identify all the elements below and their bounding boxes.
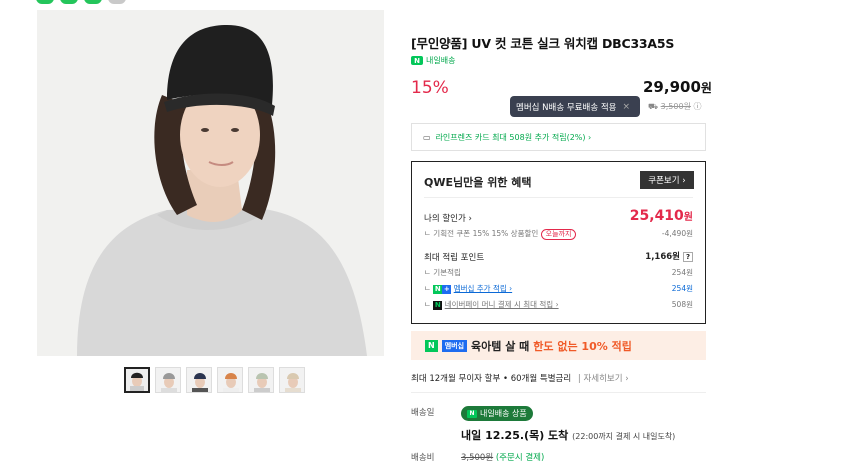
npay-points-value: 508원: [671, 300, 693, 309]
close-icon[interactable]: ×: [623, 102, 631, 112]
basic-points-label: 기본적립: [433, 268, 461, 277]
thumbnail-orange[interactable]: [217, 367, 243, 393]
truck-icon: ⛟: [648, 102, 659, 111]
points-label: 최대 적립 포인트: [424, 253, 485, 263]
membership-points-value: 254원: [671, 284, 693, 293]
npay-points: ㄴ N 네이버페이 머니 결제 시 최대 적립 ›: [424, 300, 559, 310]
my-price-label[interactable]: 나의 할인가 ›: [424, 212, 472, 224]
indicator: [108, 0, 126, 4]
thumbnail-navy[interactable]: [186, 367, 212, 393]
shipping-fee-note: (주문시 결제): [495, 453, 545, 463]
delivery-pill-label: 내일배송 상품: [480, 409, 527, 418]
basic-points: ㄴ 기본적립: [424, 268, 461, 277]
arrival-note: (22:00까지 결제 시 내일도착): [572, 432, 676, 441]
thumbnail-beige[interactable]: [279, 367, 305, 393]
installment-info: 최대 12개월 무이자 할부 • 60개월 특별금리 | 자세히보기 ›: [411, 374, 629, 384]
tooltip-text: 멤버십 N배송 무료배송 적용: [516, 102, 617, 113]
installment-detail-link[interactable]: 자세히보기 ›: [583, 374, 628, 384]
shipping-fee-small: ⛟ 3,500원 ⓘ: [648, 101, 701, 112]
coupon-amount: -4,490원: [661, 229, 693, 238]
thumbnail-black[interactable]: [124, 367, 150, 393]
price-value: 29,900: [643, 78, 701, 96]
membership-points-link[interactable]: 멤버십 추가 적립 ›: [454, 284, 512, 293]
shipping-fee-label: 배송비: [411, 453, 435, 463]
help-icon[interactable]: ?: [683, 252, 693, 262]
sale-price: 29,900원: [643, 78, 712, 96]
basic-points-value: 254원: [671, 268, 693, 277]
tomorrow-delivery-pill: N 내일배송 상품: [461, 406, 533, 421]
info-icon[interactable]: ⓘ: [693, 102, 701, 111]
thumbnail-stripe[interactable]: [248, 367, 274, 393]
indicator: [60, 0, 78, 4]
my-price-unit: 원: [683, 212, 693, 223]
thumbnail-gray[interactable]: [155, 367, 181, 393]
benefit-header: QWE님만을 위한 혜택: [424, 176, 532, 189]
product-main-image[interactable]: [37, 10, 384, 356]
banner-text: 육아템 살 때: [471, 339, 530, 353]
tomorrow-delivery-badge: N 내일배송: [411, 55, 455, 66]
arrival-date: 내일 12.25.(목) 도착: [461, 429, 569, 442]
indicator: [84, 0, 102, 4]
membership-shipping-tooltip: 멤버십 N배송 무료배송 적용 ×: [510, 96, 640, 117]
card-promo-text: 라인프렌즈 카드 최대 508원 추가 적립(2%) ›: [435, 132, 592, 142]
npay-points-link[interactable]: 네이버페이 머니 결제 시 최대 적립 ›: [445, 300, 559, 309]
naver-pay-icon: N: [433, 301, 443, 310]
view-coupon-button[interactable]: 쿠폰보기 ›: [640, 171, 694, 189]
plus-icon: +: [442, 285, 452, 294]
thumbnail-strip: [124, 367, 305, 393]
banner-highlight: 한도 없는 10% 적립: [533, 339, 632, 353]
membership-points: ㄴ N + 멤버십 추가 적립 ›: [424, 284, 513, 294]
badge-label: 내일배송: [426, 56, 456, 65]
divider: [411, 392, 706, 393]
shipping-fee-original: 3,500원: [461, 453, 494, 463]
delivery-date-label: 배송일: [411, 408, 435, 418]
coupon-line: ㄴ 기획전 쿠폰 15% 15% 상품할인 오늘까지: [424, 228, 577, 240]
product-title: [무인양품] UV 컷 코튼 실크 워치캡 DBC33A5S: [411, 36, 675, 51]
promo-banner[interactable]: N 멤버십 육아템 살 때 한도 없는 10% 적립: [411, 331, 706, 360]
original-shipping-fee: 3,500원: [660, 102, 691, 111]
naver-n-tag: N: [425, 339, 438, 352]
card-promo-box[interactable]: ▭ 라인프렌즈 카드 최대 508원 추가 적립(2%) ›: [411, 123, 706, 151]
discount-rate: 15%: [411, 78, 449, 98]
points-total: 1,166원?: [645, 250, 693, 262]
my-price: 25,410원: [630, 208, 693, 224]
membership-tag: 멤버십: [441, 339, 468, 352]
naver-n-icon: N: [433, 285, 443, 294]
points-total-value: 1,166원: [645, 252, 680, 262]
shipping-fee: 3,500원 (주문시 결제): [461, 451, 544, 463]
arrival-info: 내일 12.25.(목) 도착 (22:00까지 결제 시 내일도착): [461, 427, 675, 443]
member-benefit-box: QWE님만을 위한 혜택 쿠폰보기 › 나의 할인가 › 25,410원 ㄴ 기…: [411, 161, 706, 324]
indicator: [36, 0, 54, 4]
today-only-tag: 오늘까지: [540, 229, 577, 240]
price-unit: 원: [700, 81, 712, 95]
my-price-value: 25,410: [629, 208, 684, 224]
naver-n-icon: N: [467, 409, 477, 418]
installment-text: 최대 12개월 무이자 할부 • 60개월 특별금리: [411, 374, 572, 384]
coupon-line-text: 기획전 쿠폰 15% 15% 상품할인: [433, 229, 539, 238]
credit-card-icon: ▭: [423, 132, 431, 142]
divider: [424, 197, 693, 198]
naver-n-icon: N: [411, 56, 423, 65]
top-tab-indicators: [36, 0, 126, 4]
